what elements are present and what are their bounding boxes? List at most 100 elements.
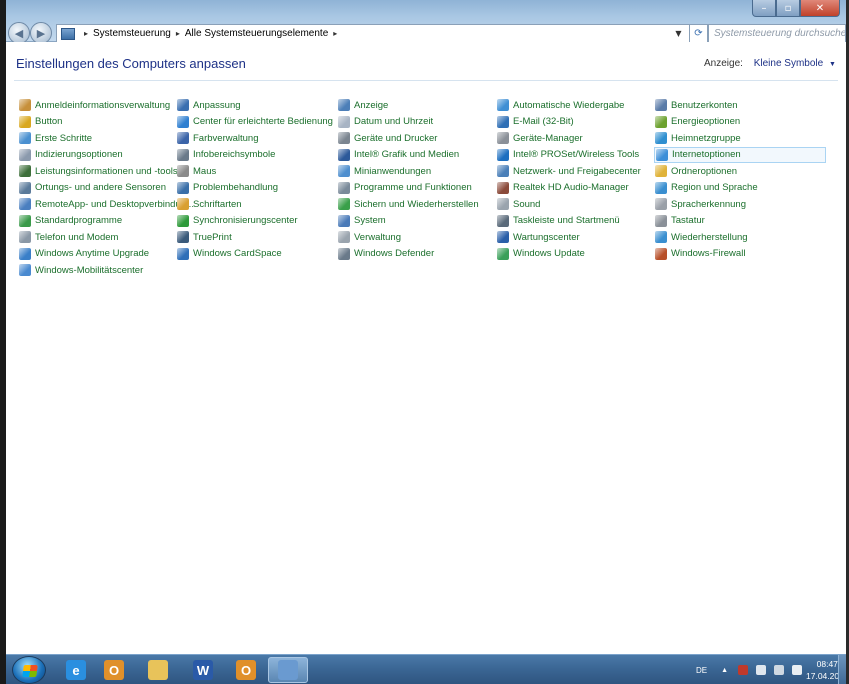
refresh-icon[interactable]: ⟳ [690,24,708,43]
breadcrumb-alle-elemente[interactable]: Alle Systemsteuerungselemente [185,28,328,39]
cp-item-programme-und-funktionen[interactable]: Programme und Funktionen [337,180,496,197]
cp-item-farbverwaltung[interactable]: Farbverwaltung [176,130,337,147]
search-input[interactable]: Systemsteuerung durchsuchen [708,24,846,43]
cp-item-leistungsinformationen-und-tools[interactable]: Leistungsinformationen und -tools [18,163,178,180]
cp-item-benutzerkonten[interactable]: Benutzerkonten [654,97,826,114]
taskbar-button-outlook2[interactable]: O [226,657,266,683]
cp-item-tastatur[interactable]: Tastatur [654,213,826,230]
cp-item-minianwendungen[interactable]: Minianwendungen [337,163,496,180]
cp-item-region-und-sprache[interactable]: Region und Sprache [654,180,826,197]
cp-item-heimnetzgruppe[interactable]: Heimnetzgruppe [654,130,826,147]
cp-item-label: Wartungscenter [513,231,580,243]
minianwendungen-icon [338,165,350,178]
control-panel-icon [61,27,75,40]
chevron-down-icon[interactable]: ▼ [829,61,836,68]
forward-button[interactable]: ▶ [30,22,52,44]
cp-item-geräte-und-drucker[interactable]: Geräte und Drucker [337,130,496,147]
cp-item-label: Anmeldeinformationsverwaltung [35,99,171,111]
power-icon[interactable] [774,665,785,675]
word-icon: W [193,660,213,680]
cp-item-label: Telefon und Modem [35,231,119,243]
cp-item-telefon-und-modem[interactable]: Telefon und Modem [18,229,176,246]
cp-item-energieoptionen[interactable]: Energieoptionen [654,114,826,131]
anpassung-icon [177,99,189,112]
standardprogramme-icon [19,214,31,227]
start-button[interactable] [12,656,46,684]
close-button[interactable]: ✕ [800,0,840,17]
cp-item-remoteapp-und-desktopverbindun[interactable]: RemoteApp- und Desktopverbindun... [18,196,194,213]
cp-item-center-für-erleichterte-bedienung[interactable]: Center für erleichterte Bedienung [176,114,337,131]
maximize-button[interactable]: ▫ [776,0,800,17]
action-center-icon[interactable] [738,665,749,675]
system-tray: DE ▲ [696,655,810,684]
cp-item-windows-cardspace[interactable]: Windows CardSpace [176,246,337,263]
cp-item-geräte-manager[interactable]: Geräte-Manager [496,130,654,147]
cp-item-label: Windows Defender [354,248,435,260]
cp-item-wartungscenter[interactable]: Wartungscenter [496,229,654,246]
cp-item-maus[interactable]: Maus [176,163,337,180]
show-hidden-icons-icon[interactable]: ▲ [721,667,728,674]
cp-item-anzeige[interactable]: Anzeige [337,97,496,114]
cp-item-realtek-hd-audio-manager[interactable]: Realtek HD Audio-Manager [496,180,654,197]
show-desktop-button[interactable] [838,655,846,684]
cp-item-label: Windows-Mobilitätscenter [35,264,144,276]
cp-item-erste-schritte[interactable]: Erste Schritte [18,130,176,147]
address-bar[interactable]: ▸ Systemsteuerung ▸ Alle Systemsteuerung… [56,24,674,43]
network-icon[interactable] [756,665,767,675]
cp-item-standardprogramme[interactable]: Standardprogramme [18,213,176,230]
minimize-button[interactable]: – [752,0,776,17]
view-by-control[interactable]: Anzeige: Kleine Symbole ▼ [704,58,836,69]
language-indicator[interactable]: DE [696,666,707,675]
cp-item-anpassung[interactable]: Anpassung [176,97,337,114]
cp-item-windows-firewall[interactable]: Windows-Firewall [654,246,826,263]
cp-item-automatische-wiedergabe[interactable]: Automatische Wiedergabe [496,97,654,114]
cp-item-synchronisierungscenter[interactable]: Synchronisierungscenter [176,213,337,230]
cp-item-datum-und-uhrzeit[interactable]: Datum und Uhrzeit [337,114,496,131]
region-und-sprache-icon [655,181,667,194]
address-history-dropdown-icon[interactable]: ▼ [668,24,690,43]
cp-item-intel-grafik-und-medien[interactable]: Intel® Grafik und Medien [337,147,496,164]
cp-item-ortungs-und-andere-sensoren[interactable]: Ortungs- und andere Sensoren [18,180,176,197]
cp-item-trueprint[interactable]: TruePrint [176,229,337,246]
taskbar-button-control-panel[interactable] [268,657,308,683]
cp-item-problembehandlung[interactable]: Problembehandlung [176,180,337,197]
cp-item-label: Leistungsinformationen und -tools [35,165,178,177]
cp-item-e-mail-32-bit[interactable]: E-Mail (32-Bit) [496,114,654,131]
cp-item-windows-anytime-upgrade[interactable]: Windows Anytime Upgrade [18,246,176,263]
back-button[interactable]: ◀ [8,22,30,44]
cp-item-anmeldeinformationsverwaltung[interactable]: Anmeldeinformationsverwaltung [18,97,176,114]
cp-item-indizierungsoptionen[interactable]: Indizierungsoptionen [18,147,176,164]
windows-cardspace-icon [177,247,189,260]
cp-item-infobereichsymbole[interactable]: Infobereichsymbole [176,147,337,164]
cp-item-windows-update[interactable]: Windows Update [496,246,654,263]
cp-item-schriftarten[interactable]: Schriftarten [176,196,337,213]
taskbar-button-explorer[interactable] [138,657,178,683]
heimnetzgruppe-icon [655,132,667,145]
cp-item-label: Button [35,116,63,128]
cp-item-windows-mobilitätscenter[interactable]: Windows-Mobilitätscenter [18,262,176,279]
cp-item-taskleiste-und-startmenü[interactable]: Taskleiste und Startmenü [496,213,654,230]
cp-item-spracherkennung[interactable]: Spracherkennung [654,196,826,213]
cp-item-netzwerk-und-freigabecenter[interactable]: Netzwerk- und Freigabecenter [496,163,654,180]
cp-item-system[interactable]: System [337,213,496,230]
spracherkennung-icon [655,198,667,211]
cp-item-internetoptionen[interactable]: Internetoptionen [654,146,826,163]
cp-item-label: Realtek HD Audio-Manager [513,182,629,194]
cp-item-button[interactable]: Button [18,114,176,131]
cp-item-wiederherstellung[interactable]: Wiederherstellung [654,229,826,246]
anmeldeinformationsverwaltung-icon [19,99,31,112]
cp-item-sound[interactable]: Sound [496,196,654,213]
view-by-value[interactable]: Kleine Symbole [754,58,823,69]
cp-item-sichern-und-wiederherstellen[interactable]: Sichern und Wiederherstellen [337,196,496,213]
cp-item-verwaltung[interactable]: Verwaltung [337,229,496,246]
header-divider [14,80,838,81]
breadcrumb-separator-icon[interactable]: ▸ [333,29,337,38]
taskbar-button-word[interactable]: W [183,657,223,683]
breadcrumb-systemsteuerung[interactable]: Systemsteuerung [93,28,171,39]
volume-icon[interactable] [792,665,803,675]
cp-item-windows-defender[interactable]: Windows Defender [337,246,496,263]
taskbar-button-ie[interactable]: e [56,657,96,683]
cp-item-ordneroptionen[interactable]: Ordneroptionen [654,163,826,180]
cp-item-intel-proset-wireless-tools[interactable]: Intel® PROSet/Wireless Tools [496,147,654,164]
taskbar-button-outlook[interactable]: O [94,657,134,683]
